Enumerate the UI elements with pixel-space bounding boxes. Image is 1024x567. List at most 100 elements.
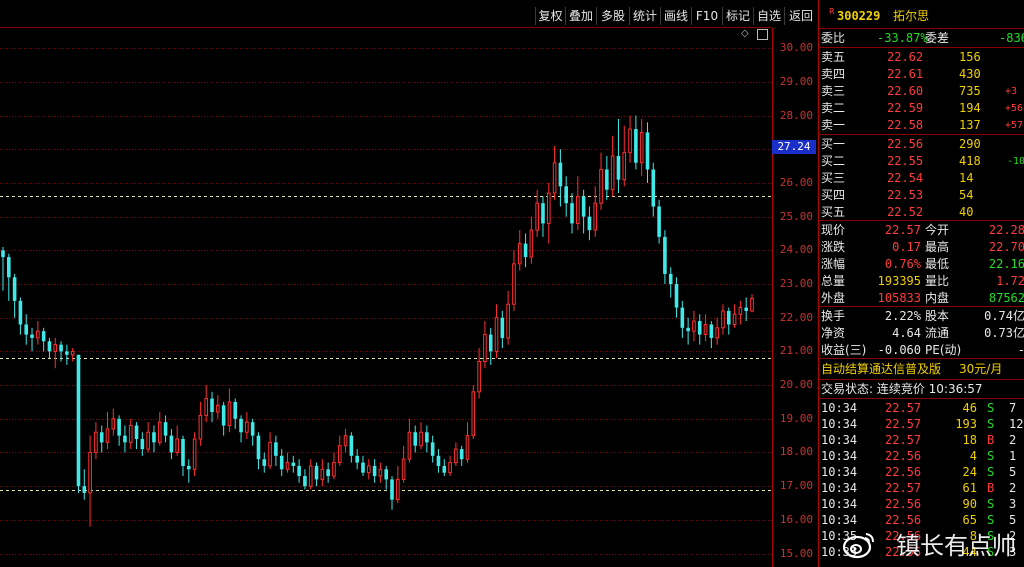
candle-body xyxy=(53,344,58,352)
divider xyxy=(819,306,1024,307)
tick-count: 2 xyxy=(1009,481,1017,495)
bid-level-label: 买一 xyxy=(821,137,846,151)
candle-body xyxy=(465,435,470,460)
candle-body xyxy=(366,465,371,474)
candle-body xyxy=(500,317,505,338)
tick-time: 10:34 xyxy=(821,433,858,447)
candle-body xyxy=(192,438,197,470)
fundamental-label: 收益(三) xyxy=(821,343,867,357)
watermark-text: 镇长有点帅 xyxy=(896,532,1016,560)
mark-button[interactable]: 标记 xyxy=(722,7,753,25)
tick-price: 22.56 xyxy=(885,497,922,511)
bid-level-row[interactable]: 买二 22.55 418 -10 xyxy=(819,153,1024,170)
ask-level-row[interactable]: 卖四 22.61 430 xyxy=(819,66,1024,83)
tick-time: 10:34 xyxy=(821,449,858,463)
tick-row[interactable]: 10:34 22.57 18 B 2 xyxy=(819,432,1024,449)
tick-row[interactable]: 10:34 22.56 4 S 1 xyxy=(819,448,1024,465)
tick-row[interactable]: 10:34 22.56 24 S 5 xyxy=(819,464,1024,481)
candle-body xyxy=(506,303,510,339)
window-icon[interactable] xyxy=(757,29,768,40)
trade-status-row: 交易状态: 连续竞价 10:36:57 xyxy=(819,381,1024,398)
ask-level-row[interactable]: 卖二 22.59 194 +56 xyxy=(819,100,1024,117)
y-tick-label: 21.00 xyxy=(779,344,813,358)
candle-body xyxy=(332,462,336,477)
candle-body xyxy=(256,435,261,460)
ask-price: 22.62 xyxy=(887,50,924,64)
candle-body xyxy=(541,203,545,224)
tick-time: 10:34 xyxy=(821,513,858,527)
stock-code: 300229 xyxy=(837,9,881,23)
candle-body xyxy=(471,391,476,437)
candle-body xyxy=(105,428,110,443)
bid-level-row[interactable]: 买一 22.56 290 xyxy=(819,136,1024,153)
promo-row[interactable]: 自动结算通达信普及版 30元/月 xyxy=(819,361,1024,378)
ask-level-row[interactable]: 卖三 22.60 735 +3 xyxy=(819,83,1024,100)
candle-body xyxy=(686,327,690,332)
tick-volume: 61 xyxy=(962,481,977,495)
tick-side: S xyxy=(987,417,995,431)
y-tick-label: 18.00 xyxy=(779,445,813,459)
fuquan-button[interactable]: 复权 xyxy=(535,7,565,25)
candle-body xyxy=(181,438,185,466)
bid-price: 22.52 xyxy=(887,205,924,219)
bid-level-row[interactable]: 买五 22.52 40 xyxy=(819,204,1024,221)
kline-svg[interactable] xyxy=(0,0,772,567)
ask-level-label: 卖三 xyxy=(821,84,846,98)
tick-row[interactable]: 10:34 22.57 193 S 12 xyxy=(819,416,1024,433)
promo-text: 自动结算通达信普及版 xyxy=(821,362,942,376)
candle-body xyxy=(564,186,569,204)
candle-body xyxy=(297,465,301,477)
stat-value: 22.28 xyxy=(988,223,1024,237)
watchlist-button[interactable]: 自选 xyxy=(753,7,784,25)
candle-body xyxy=(459,449,464,460)
bid-volume: 418 xyxy=(959,154,981,168)
candle-body xyxy=(581,196,586,217)
candle-body xyxy=(535,202,539,231)
ask-level-row[interactable]: 卖五 22.62 156 xyxy=(819,49,1024,66)
candle-body xyxy=(314,465,319,480)
back-button[interactable]: 返回 xyxy=(784,7,817,25)
multi-stock-button[interactable]: 多股 xyxy=(596,7,629,25)
statistics-button[interactable]: 统计 xyxy=(629,7,660,25)
y-tick-label: 17.00 xyxy=(779,479,813,493)
tick-time: 10:34 xyxy=(821,417,858,431)
tick-volume: 90 xyxy=(962,497,977,511)
bid-level-row[interactable]: 买四 22.53 54 xyxy=(819,187,1024,204)
kline-chart[interactable] xyxy=(0,0,818,567)
stock-header[interactable]: R 300229 拓尔思 xyxy=(819,7,1024,25)
candle-body xyxy=(65,351,69,355)
candle-body xyxy=(36,330,40,339)
candle-body xyxy=(175,438,179,453)
candle-body xyxy=(111,418,116,430)
candle-body xyxy=(697,321,702,335)
bid-level-label: 买二 xyxy=(821,154,846,168)
stat-label: 内盘 xyxy=(925,291,950,305)
candle-body xyxy=(291,462,296,466)
candle-body xyxy=(24,324,29,335)
candle-body xyxy=(384,469,389,480)
candle-body xyxy=(477,361,481,393)
candle-body xyxy=(355,455,359,463)
stat-value: 193395 xyxy=(877,274,921,288)
divider xyxy=(819,28,1024,29)
diamond-icon[interactable]: ◇ xyxy=(741,28,749,39)
tick-row[interactable]: 10:34 22.56 90 S 3 xyxy=(819,496,1024,513)
candle-body xyxy=(610,155,615,191)
candle-body xyxy=(494,317,499,352)
bid-level-row[interactable]: 买三 22.54 14 xyxy=(819,170,1024,187)
draw-line-button[interactable]: 画线 xyxy=(660,7,691,25)
stat-value: 87562 xyxy=(988,291,1024,305)
tick-row[interactable]: 10:34 22.57 61 B 2 xyxy=(819,480,1024,497)
hover-price-label: 27.24 xyxy=(772,140,816,154)
candle-body xyxy=(715,327,719,339)
ask-volume: 430 xyxy=(959,67,981,81)
tick-row[interactable]: 10:34 22.57 46 S 7 xyxy=(819,400,1024,417)
candle-body xyxy=(337,445,342,464)
ask-level-row[interactable]: 卖一 22.58 137 +57 xyxy=(819,117,1024,134)
fundamental-row: 换手 2.22% 股本 0.74亿 xyxy=(819,308,1024,325)
candle-body xyxy=(657,206,661,237)
candle-body xyxy=(227,401,232,427)
candle-body xyxy=(512,263,516,305)
overlay-button[interactable]: 叠加 xyxy=(565,7,596,25)
f10-button[interactable]: F10 xyxy=(691,7,722,25)
